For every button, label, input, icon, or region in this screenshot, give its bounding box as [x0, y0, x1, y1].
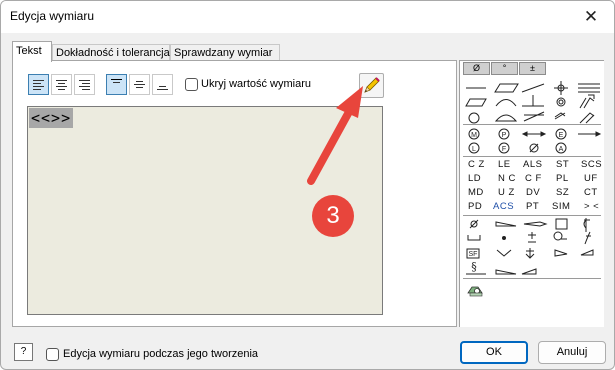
align-center-button[interactable] — [51, 74, 72, 95]
sym-cz[interactable]: C Z — [468, 159, 485, 170]
sym-cf[interactable]: C F — [525, 173, 542, 184]
text-tab-panel: Ukryj wartość wymiaru <<>> — [12, 60, 457, 327]
sym-nc[interactable]: N C — [498, 173, 516, 184]
sym-dv[interactable]: DV — [526, 187, 540, 198]
sym-pd[interactable]: PD — [468, 201, 482, 212]
tab-inspection-dimension[interactable]: Sprawdzany wymiar — [170, 44, 280, 61]
sym-le[interactable]: LE — [498, 159, 511, 170]
close-icon: ✕ — [583, 7, 599, 26]
hide-value-checkbox[interactable] — [185, 78, 198, 91]
svg-text:E: E — [559, 132, 564, 139]
pencil-icon — [364, 77, 380, 93]
sym-uf[interactable]: UF — [584, 173, 598, 184]
align-right-icon — [79, 79, 90, 90]
window-title: Edycja wymiaru — [10, 9, 95, 23]
circularity-icon — [468, 112, 480, 124]
sym-acs[interactable]: ACS — [493, 201, 514, 212]
svg-text:L: L — [472, 146, 476, 153]
sym-pl[interactable]: PL — [556, 173, 569, 184]
tab-precision-tolerance[interactable]: Dokładność i tolerancja — [52, 44, 170, 61]
sym-sim[interactable]: SIM — [552, 201, 570, 212]
help-icon: ? — [20, 346, 27, 357]
sym-ld[interactable]: LD — [468, 173, 481, 184]
cancel-button[interactable]: Anuluj — [538, 341, 606, 364]
sym-ct[interactable]: CT — [584, 187, 598, 198]
ok-button[interactable]: OK — [460, 341, 528, 364]
title-bar: Edycja wymiaru ✕ — [1, 1, 614, 33]
sym-sz[interactable]: SZ — [556, 187, 569, 198]
tab-text[interactable]: Tekst — [12, 41, 52, 62]
edit-text-button[interactable] — [359, 73, 384, 98]
angularity-icon — [521, 83, 545, 93]
text-symbols-grid[interactable]: C Z LE ALS ST SCS LD N C C F PL UF MD U … — [460, 159, 605, 217]
svg-text:P: P — [502, 132, 507, 139]
edit-during-creation-checkbox[interactable] — [46, 348, 59, 361]
weld-symbol-icon[interactable] — [466, 283, 486, 299]
misc-symbols-grid[interactable]: SF § — [460, 218, 605, 280]
svg-text:M: M — [471, 132, 477, 139]
plus-minus-tab[interactable]: ± — [519, 62, 546, 75]
align-middle-icon — [134, 81, 145, 88]
align-left-button[interactable] — [28, 74, 49, 95]
svg-text:A: A — [559, 146, 564, 153]
align-middle-button[interactable] — [129, 74, 150, 95]
flatness-icon — [494, 83, 519, 93]
hide-value-label: Ukryj wartość wymiaru — [201, 78, 312, 90]
help-button[interactable]: ? — [14, 343, 33, 361]
sym-als[interactable]: ALS — [523, 159, 542, 170]
symbol-palette: Ø ° ± M L P F E A C Z LE ALS ST SCS LD N… — [459, 60, 604, 327]
align-right-button[interactable] — [74, 74, 95, 95]
align-bottom-button[interactable] — [152, 74, 173, 95]
svg-text:SF: SF — [469, 251, 478, 258]
sym-uz[interactable]: U Z — [498, 187, 515, 198]
svg-text:§: § — [471, 260, 477, 273]
edit-during-creation-label: Edycja wymiaru podczas jego tworzenia — [63, 348, 259, 360]
profile-icon — [495, 99, 517, 107]
align-left-icon — [33, 79, 44, 90]
degree-tab[interactable]: ° — [491, 62, 518, 75]
dimension-edit-dialog: Edycja wymiaru ✕ Tekst Dokładność i tole… — [0, 0, 615, 370]
step-number-badge: 3 — [312, 195, 354, 237]
align-bottom-icon — [157, 79, 168, 90]
diameter-tab[interactable]: Ø — [463, 62, 490, 75]
sym-st[interactable]: ST — [556, 159, 569, 170]
close-button[interactable]: ✕ — [568, 1, 614, 33]
dimension-value-placeholder: <<>> — [29, 108, 74, 128]
modifier-symbols[interactable]: ML PF EA — [460, 127, 605, 157]
align-top-button[interactable] — [106, 74, 127, 95]
align-top-icon — [111, 79, 122, 90]
align-center-icon — [56, 79, 67, 90]
sym-pt[interactable]: PT — [526, 201, 539, 212]
sym-compare[interactable]: > < — [584, 201, 599, 212]
sym-md[interactable]: MD — [468, 187, 484, 198]
sym-scs[interactable]: SCS — [581, 159, 602, 170]
svg-text:F: F — [502, 146, 506, 153]
cylindricity-icon — [465, 98, 487, 107]
